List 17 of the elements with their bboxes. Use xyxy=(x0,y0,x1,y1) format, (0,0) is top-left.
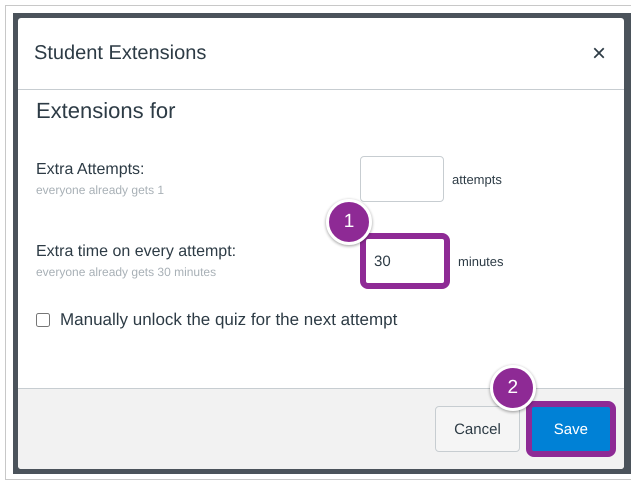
field-label: Extra Attempts: xyxy=(36,161,146,179)
section-heading: Extensions for xyxy=(36,98,176,124)
field-label: Extra time on every attempt: xyxy=(36,243,238,261)
checkbox-label: Manually unlock the quiz for the next attempt xyxy=(60,310,398,330)
unit-label: minutes xyxy=(458,254,504,268)
step-badge: 2 xyxy=(490,365,536,411)
checkbox[interactable] xyxy=(36,313,50,327)
field-hint: everyone already gets 1 xyxy=(36,183,166,197)
input-field[interactable] xyxy=(360,156,444,202)
unit-label: attempts xyxy=(452,172,502,186)
input-field[interactable]: 30 xyxy=(360,233,450,289)
field-hint: everyone already gets 30 minutes xyxy=(36,265,218,279)
cancel-button[interactable]: Cancel xyxy=(435,406,520,452)
close-button[interactable]: × xyxy=(590,40,608,68)
save-button[interactable]: Save xyxy=(526,401,616,457)
step-badge: 1 xyxy=(326,199,372,245)
dialog-title: Student Extensions xyxy=(34,42,206,65)
